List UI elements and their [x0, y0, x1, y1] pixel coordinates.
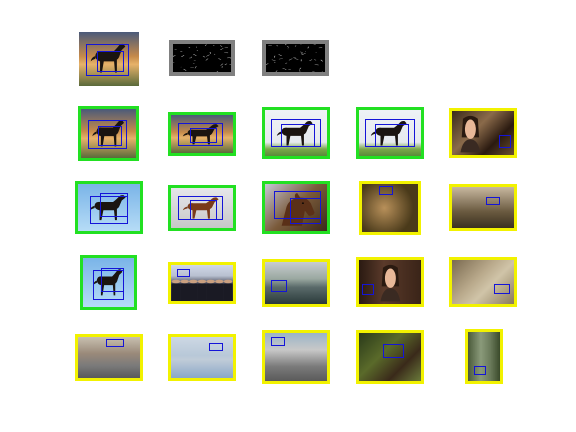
- result-thumbnail[interactable]: [359, 181, 421, 235]
- detection-bounding-box: [100, 267, 124, 293]
- detection-bounding-box: [105, 339, 125, 348]
- thumbnail-image: [359, 110, 421, 156]
- thumbnail-image: [266, 44, 325, 72]
- thumbnail-image: [78, 184, 140, 231]
- result-thumbnail[interactable]: [80, 255, 137, 310]
- result-thumbnail[interactable]: [356, 107, 424, 159]
- result-thumbnail[interactable]: [78, 106, 139, 161]
- detection-bounding-box: [486, 197, 500, 206]
- detection-bounding-box: [498, 135, 511, 149]
- result-thumbnail[interactable]: [356, 330, 424, 384]
- thumbnail-image: [452, 260, 514, 304]
- result-thumbnail[interactable]: [449, 257, 517, 307]
- thumbnail-image: [173, 44, 231, 72]
- result-thumbnail[interactable]: [262, 181, 330, 234]
- thumbnail-image: [452, 187, 514, 228]
- detection-bounding-box: [97, 126, 123, 146]
- detection-bounding-box: [494, 284, 510, 294]
- thumbnail-image: [265, 184, 327, 231]
- query-sketch[interactable]: [262, 40, 329, 76]
- query-sketch[interactable]: [169, 40, 235, 76]
- thumbnail-image: [78, 337, 140, 378]
- detection-bounding-box: [280, 123, 315, 147]
- detection-bounding-box: [177, 268, 190, 277]
- sketch-pattern: [173, 44, 231, 72]
- thumbnail-image: [265, 110, 327, 156]
- detection-bounding-box: [289, 198, 321, 224]
- thumbnail-image: [171, 115, 233, 153]
- sketch-pattern: [266, 44, 325, 72]
- thumbnail-image: [171, 188, 233, 228]
- thumbnail-image: [359, 260, 421, 304]
- detection-bounding-box: [189, 128, 218, 144]
- result-thumbnail[interactable]: [168, 185, 236, 231]
- detection-bounding-box: [99, 193, 128, 217]
- result-thumbnail[interactable]: [465, 329, 503, 384]
- crowd-figures: [171, 276, 233, 301]
- thumbnail-image: [81, 109, 136, 158]
- result-thumbnail[interactable]: [262, 259, 330, 307]
- detection-bounding-box: [374, 123, 409, 147]
- result-thumbnail[interactable]: [262, 330, 330, 384]
- detection-bounding-box: [378, 186, 393, 196]
- result-thumbnail[interactable]: [168, 112, 236, 156]
- thumbnail-image: [79, 32, 139, 86]
- detection-bounding-box: [362, 284, 375, 296]
- thumbnail-image: [362, 184, 418, 232]
- result-thumbnail[interactable]: [168, 334, 236, 381]
- thumbnail-image: [265, 333, 327, 381]
- detection-bounding-box: [271, 336, 285, 347]
- result-thumbnail[interactable]: [449, 184, 517, 231]
- detection-bounding-box: [474, 366, 486, 376]
- thumbnail-image: [265, 262, 327, 304]
- detection-bounding-box: [382, 343, 405, 358]
- person-figure: [378, 264, 403, 302]
- thumbnail-image: [359, 333, 421, 381]
- query-image[interactable]: [79, 32, 139, 86]
- result-thumbnail[interactable]: [262, 107, 330, 159]
- detection-bounding-box: [209, 343, 224, 352]
- result-thumbnail[interactable]: [449, 108, 517, 158]
- thumbnail-image: [171, 337, 233, 378]
- thumbnail-image: [83, 258, 134, 307]
- result-thumbnail[interactable]: [356, 257, 424, 307]
- result-thumbnail[interactable]: [168, 262, 236, 304]
- detection-bounding-box: [189, 200, 218, 220]
- detection-bounding-box: [271, 279, 287, 293]
- thumbnail-image: [452, 111, 514, 155]
- person-figure: [458, 115, 483, 153]
- detection-bounding-box: [97, 50, 124, 73]
- result-thumbnail[interactable]: [75, 334, 143, 381]
- thumbnail-image: [468, 332, 500, 381]
- result-thumbnail[interactable]: [75, 181, 143, 234]
- thumbnail-image: [171, 265, 233, 301]
